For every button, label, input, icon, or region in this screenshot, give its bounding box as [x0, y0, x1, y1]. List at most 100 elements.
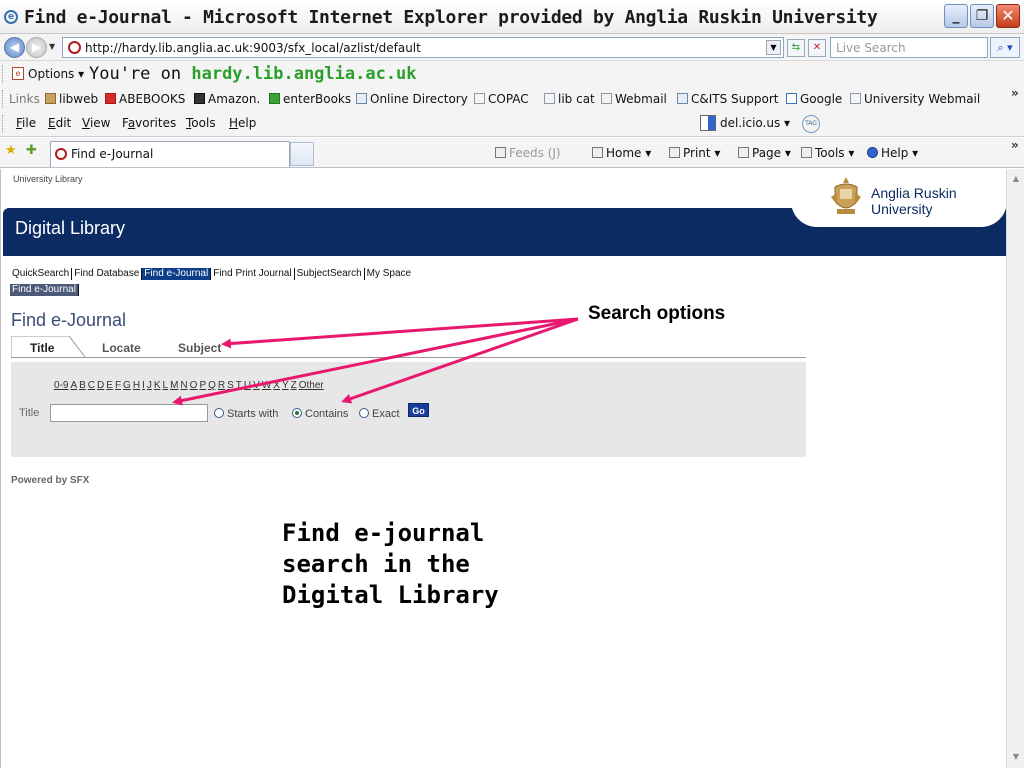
radio-starts-with[interactable]: Starts with — [214, 408, 278, 420]
url-field[interactable]: http://hardy.lib.anglia.ac.uk:9003/sfx_l… — [62, 37, 784, 58]
feeds-button[interactable]: Feeds (J) — [495, 146, 561, 160]
alphabet-link[interactable]: N — [180, 380, 187, 391]
radio-button[interactable] — [214, 408, 224, 418]
university-logo[interactable]: Anglia Ruskin University — [791, 169, 1006, 227]
alphabet-link[interactable]: Y — [282, 380, 289, 391]
tab-subject[interactable]: Subject — [178, 341, 221, 355]
minimize-button[interactable]: _ — [944, 4, 968, 28]
tag-icon[interactable]: TAG — [802, 115, 820, 133]
more-links-chevron-icon[interactable]: » — [1011, 86, 1019, 100]
toolbar-grip[interactable] — [2, 115, 5, 133]
alphabet-link[interactable]: 0-9 — [54, 380, 68, 391]
search-button[interactable]: ⌕ ▾ — [990, 37, 1020, 58]
link-university-webmail[interactable]: University Webmail — [850, 92, 980, 106]
current-host: hardy.lib.anglia.ac.uk — [191, 64, 417, 84]
alphabet-link[interactable]: H — [133, 380, 140, 391]
link-libweb[interactable]: libweb — [45, 92, 98, 106]
tab-find-e-journal[interactable]: Find e-Journal — [50, 141, 290, 167]
home-button[interactable]: Home ▾ — [592, 146, 651, 160]
toolbar-grip[interactable] — [2, 90, 5, 108]
stop-button[interactable]: ✕ — [808, 39, 826, 57]
live-search-input[interactable]: Live Search — [830, 37, 988, 58]
alphabet-link[interactable]: B — [79, 380, 86, 391]
scroll-down-icon[interactable]: ▼ — [1009, 750, 1023, 764]
radio-contains[interactable]: Contains — [292, 408, 348, 420]
print-button[interactable]: Print ▾ — [669, 146, 720, 160]
alphabet-link[interactable]: O — [190, 380, 198, 391]
alphabet-link[interactable]: A — [70, 380, 77, 391]
title-search-input[interactable] — [50, 404, 208, 422]
help-menu[interactable]: Help ▾ — [867, 146, 918, 160]
nav-subjectsearch[interactable]: SubjectSearch — [295, 268, 365, 280]
alphabet-link[interactable]: L — [163, 380, 169, 391]
add-favorite-icon[interactable]: ✚ — [26, 143, 37, 158]
menu-favorites[interactable]: Favorites — [122, 116, 176, 130]
alphabet-link[interactable]: G — [123, 380, 131, 391]
alphabet-link[interactable]: C — [88, 380, 95, 391]
menu-view[interactable]: View — [82, 116, 110, 130]
alphabet-link[interactable]: Q — [208, 380, 216, 391]
link-enterbooks[interactable]: enterBooks — [269, 92, 351, 106]
radio-button[interactable] — [292, 408, 302, 418]
more-commands-chevron-icon[interactable]: » — [1011, 138, 1019, 152]
ie-page-icon — [474, 93, 485, 104]
alphabet-link[interactable]: X — [273, 380, 280, 391]
tab-title[interactable]: Title — [30, 341, 54, 355]
menu-tools[interactable]: Tools — [186, 116, 216, 130]
alphabet-link[interactable]: E — [106, 380, 113, 391]
menu-file[interactable]: File — [16, 116, 36, 130]
menu-edit[interactable]: Edit — [48, 116, 71, 130]
alphabet-link[interactable]: I — [142, 380, 145, 391]
go-button[interactable]: Go — [408, 403, 429, 417]
current-host-indicator: You're on hardy.lib.anglia.ac.uk — [89, 64, 417, 84]
page-menu[interactable]: Page ▾ — [738, 146, 791, 160]
radio-exact[interactable]: Exact — [359, 408, 400, 420]
nav-my-space[interactable]: My Space — [365, 268, 413, 280]
link-cits-support[interactable]: C&ITS Support — [677, 92, 778, 106]
tools-menu[interactable]: Tools ▾ — [801, 146, 854, 160]
alphabet-link[interactable]: Z — [291, 380, 297, 391]
alphabet-link[interactable]: W — [262, 380, 271, 391]
link-google[interactable]: Google — [786, 92, 842, 106]
alphabet-link[interactable]: D — [97, 380, 104, 391]
alphabet-link[interactable]: U — [244, 380, 251, 391]
close-button[interactable]: ✕ — [996, 4, 1020, 28]
nav-quicksearch[interactable]: QuickSearch — [10, 268, 73, 280]
alphabet-link[interactable]: S — [227, 380, 234, 391]
nav-find-e-journal[interactable]: Find e-Journal — [142, 268, 212, 280]
menu-help[interactable]: Help — [229, 116, 256, 130]
subnav-find-e-journal[interactable]: Find e-Journal — [10, 284, 79, 296]
forward-button[interactable]: ▶ — [26, 37, 47, 58]
link-lib-cat[interactable]: lib cat — [544, 92, 595, 106]
alphabet-link[interactable]: F — [115, 380, 121, 391]
refresh-button[interactable]: ⇆ — [787, 39, 805, 57]
link-abebooks[interactable]: ABEBOOKS — [105, 92, 185, 106]
options-menu[interactable]: Options ▾ — [28, 67, 84, 81]
url-dropdown-icon[interactable]: ▼ — [766, 40, 781, 55]
link-amazon[interactable]: Amazon. — [194, 92, 260, 106]
radio-button[interactable] — [359, 408, 369, 418]
alphabet-link[interactable]: V — [253, 380, 260, 391]
toolbar-grip[interactable] — [2, 65, 5, 83]
nav-find-print-journal[interactable]: Find Print Journal — [211, 268, 295, 280]
alphabet-link[interactable]: M — [170, 380, 178, 391]
link-online-directory[interactable]: Online Directory — [356, 92, 468, 106]
delicious-button[interactable]: del.icio.us ▾ — [700, 115, 790, 131]
scroll-up-icon[interactable]: ▲ — [1009, 172, 1023, 186]
alphabet-link[interactable]: K — [154, 380, 161, 391]
link-webmail[interactable]: Webmail — [601, 92, 667, 106]
favorites-star-icon[interactable]: ★ — [5, 143, 17, 158]
alphabet-link[interactable]: T — [236, 380, 242, 391]
link-copac[interactable]: COPAC — [474, 92, 529, 106]
history-dropdown-icon[interactable]: ▼ — [49, 42, 55, 51]
new-tab-button[interactable] — [290, 142, 314, 166]
alphabet-link[interactable]: P — [199, 380, 206, 391]
alphabet-link[interactable]: R — [218, 380, 225, 391]
nav-find-database[interactable]: Find Database — [72, 268, 143, 280]
maximize-button[interactable]: ❐ — [970, 4, 994, 28]
vertical-scrollbar[interactable]: ▲ ▼ — [1006, 169, 1024, 768]
back-button[interactable]: ◀ — [4, 37, 25, 58]
alphabet-link[interactable]: Other — [299, 380, 324, 391]
alphabet-link[interactable]: J — [147, 380, 152, 391]
tab-locate[interactable]: Locate — [102, 341, 141, 355]
